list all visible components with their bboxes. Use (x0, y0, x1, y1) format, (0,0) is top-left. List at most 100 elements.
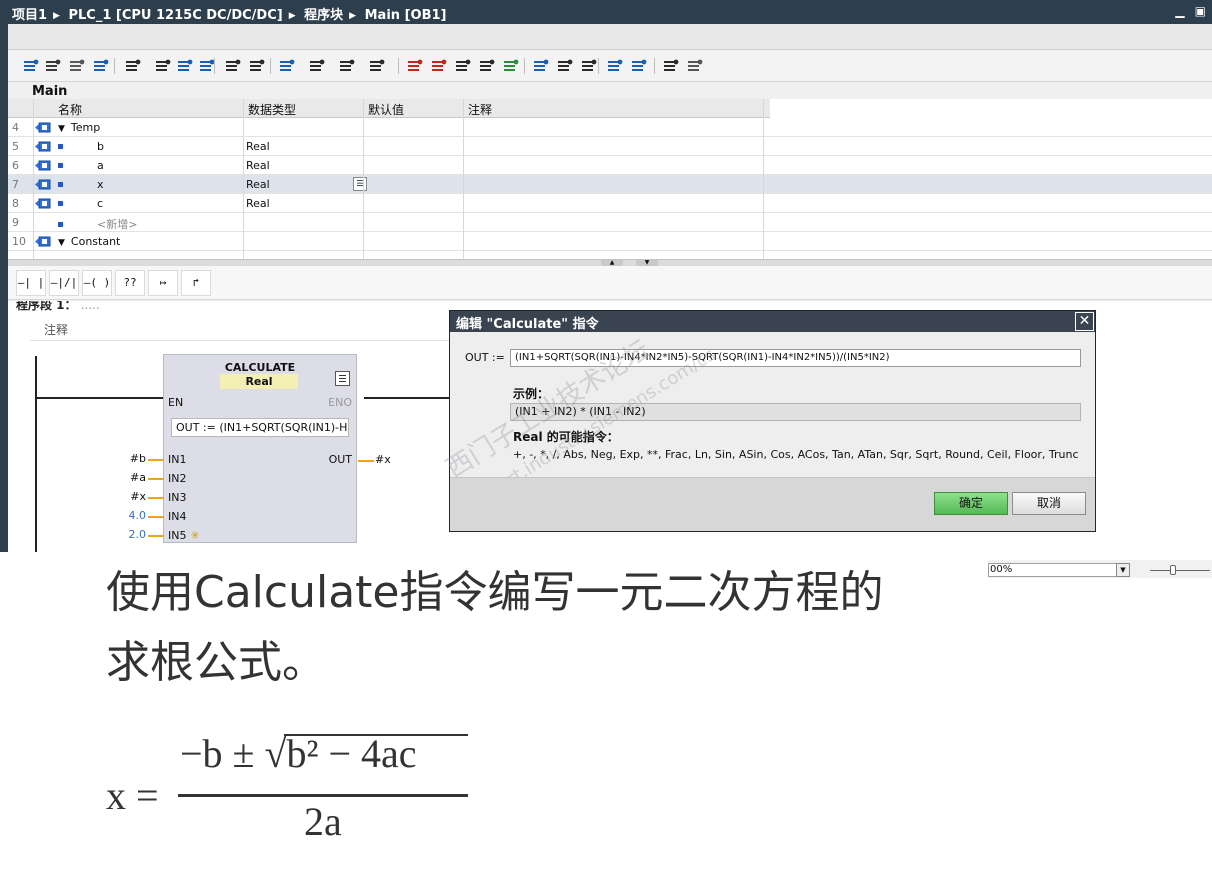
goto-error-icon[interactable] (406, 57, 424, 75)
expression-field[interactable]: OUT := (IN1+SQRT(SQR(IN1)-H... (171, 418, 349, 437)
block-datatype[interactable]: Real (220, 374, 298, 389)
insert-network-icon[interactable] (22, 57, 40, 75)
close-all-icon[interactable] (154, 57, 172, 75)
instance-db-icon[interactable] (308, 57, 326, 75)
column-header-default[interactable]: 默认值 (368, 101, 404, 118)
contact-nc-button[interactable]: —|/|— (49, 270, 79, 313)
splitter[interactable]: ▲ ▼ (8, 259, 1212, 266)
load-icon[interactable] (606, 57, 624, 75)
zoom-control: 00% ▼ (988, 560, 1212, 578)
param-in5[interactable]: 2.0 (86, 528, 147, 541)
column-header-comment[interactable]: 注释 (468, 101, 492, 118)
offline-icon[interactable] (532, 57, 550, 75)
variable-datatype[interactable]: Real (246, 140, 270, 153)
next-error-icon[interactable] (454, 57, 472, 75)
expression-input[interactable]: (IN1+SQRT(SQR(IN1)-IN4*IN2*IN5)-SQRT(SQR… (510, 349, 1081, 367)
bullet-icon (58, 201, 63, 206)
variable-name[interactable]: ▼ Constant (58, 235, 120, 248)
insert-row-icon[interactable] (68, 57, 86, 75)
close-button[interactable]: ✕ (1075, 312, 1094, 331)
variable-datatype[interactable]: Real (246, 178, 270, 191)
variable-name[interactable]: b (58, 140, 104, 153)
move-up-icon[interactable] (338, 57, 356, 75)
ok-button[interactable]: 确定 (934, 492, 1008, 515)
add-row-icon[interactable] (92, 57, 110, 75)
variable-datatype[interactable]: Real (246, 197, 270, 210)
variable-name[interactable]: c (58, 197, 103, 210)
variable-datatype[interactable]: Real (246, 159, 270, 172)
breadcrumb-main-ob1[interactable]: Main [OB1] (365, 8, 447, 23)
minimize-button[interactable]: ▁ (1175, 4, 1184, 18)
open-branch-button[interactable]: ↦ (148, 270, 178, 296)
param-in3[interactable]: #x (86, 490, 146, 503)
variable-name[interactable]: x (58, 178, 104, 191)
row-number: 6 (12, 159, 19, 172)
chevron-down-icon[interactable]: ▼ (1116, 563, 1130, 577)
table-row[interactable]: 10 ▼ Constant (8, 232, 1212, 251)
add-input-icon[interactable]: ✳ (190, 529, 199, 542)
restore-button[interactable]: ▣ (1195, 4, 1206, 18)
bullet-icon (58, 163, 63, 168)
goto-next-icon[interactable] (430, 57, 448, 75)
interface-io-icon (35, 141, 51, 152)
breadcrumb-program-blocks[interactable]: 程序块 (304, 8, 343, 23)
network-title[interactable]: 程序段 1： ..... (16, 301, 100, 311)
memory-card-icon[interactable] (686, 57, 704, 75)
row-number: 4 (12, 121, 19, 134)
eno-wire (364, 397, 454, 399)
variable-name[interactable]: <新增> (58, 216, 137, 232)
row-number: 7 (12, 178, 19, 191)
toolbar-separator (524, 58, 525, 74)
breadcrumb-project[interactable]: 项目1 (12, 8, 47, 23)
snapshot-icon[interactable] (580, 57, 598, 75)
network-comment[interactable]: 注释 (44, 321, 68, 338)
glasses-icon[interactable] (630, 57, 648, 75)
column-header-name[interactable]: 名称 (58, 101, 82, 118)
empty-box-button[interactable]: ?? (115, 270, 145, 296)
compare-icon[interactable] (556, 57, 574, 75)
table-row[interactable]: 8 c Real (8, 194, 1212, 213)
key-icon[interactable] (662, 57, 680, 75)
column-header-datatype[interactable]: 数据类型 (248, 101, 296, 118)
param-out[interactable]: #x (375, 453, 435, 466)
comment-icon[interactable] (248, 57, 266, 75)
breadcrumb-plc[interactable]: PLC_1 [CPU 1215C DC/DC/DC] (69, 8, 283, 23)
interface-io-icon (35, 179, 51, 190)
interface-io-icon (35, 236, 51, 247)
zoom-slider-track[interactable] (1150, 570, 1210, 571)
editor-header-strip (8, 24, 1212, 50)
monitor-icon[interactable] (478, 57, 496, 75)
close-branch-button[interactable]: ↱ (181, 270, 211, 296)
param-in4[interactable]: 4.0 (86, 509, 147, 522)
cancel-button[interactable]: 取消 (1012, 492, 1086, 515)
move-down-icon[interactable] (368, 57, 386, 75)
table-row[interactable]: 7 x Real ☰ (8, 175, 1212, 194)
open-all-icon[interactable] (124, 57, 142, 75)
calculator-icon[interactable] (335, 371, 350, 386)
calculate-block[interactable]: CALCULATE Real EN ENO OUT := (IN1+SQRT(S… (163, 354, 357, 543)
collapse-triangle-icon[interactable]: ▼ (58, 238, 65, 248)
zoom-slider-thumb[interactable] (1170, 565, 1176, 575)
zoom-select[interactable]: 00% ▼ (988, 563, 1130, 577)
absolute-operand-icon[interactable] (224, 57, 242, 75)
table-row[interactable]: 9 <新增> (8, 213, 1212, 232)
variable-name[interactable]: ▼ Temp (58, 121, 100, 134)
shared-db-icon[interactable] (278, 57, 296, 75)
collapse-triangle-icon[interactable]: ▼ (58, 124, 65, 134)
column-divider (33, 99, 34, 259)
instructions-heading: Real 的可能指令： (513, 430, 619, 444)
coil-button[interactable]: —( )— (82, 270, 112, 313)
chevron-right-icon: ▶ (349, 11, 357, 21)
display-favorites-icon[interactable] (176, 57, 194, 75)
param-in1[interactable]: #b (86, 452, 146, 465)
datatype-picker-icon[interactable]: ☰ (353, 177, 367, 191)
table-row[interactable]: 5 b Real (8, 137, 1212, 156)
param-in2[interactable]: #a (86, 471, 146, 484)
delete-network-icon[interactable] (44, 57, 62, 75)
online-icon[interactable] (502, 57, 520, 75)
contact-no-button[interactable]: —| |— (16, 270, 46, 313)
variable-name[interactable]: a (58, 159, 104, 172)
table-row[interactable]: 4 ▼ Temp (8, 118, 1212, 137)
table-row[interactable]: 6 a Real (8, 156, 1212, 175)
pin-in2: IN2 (168, 472, 187, 485)
